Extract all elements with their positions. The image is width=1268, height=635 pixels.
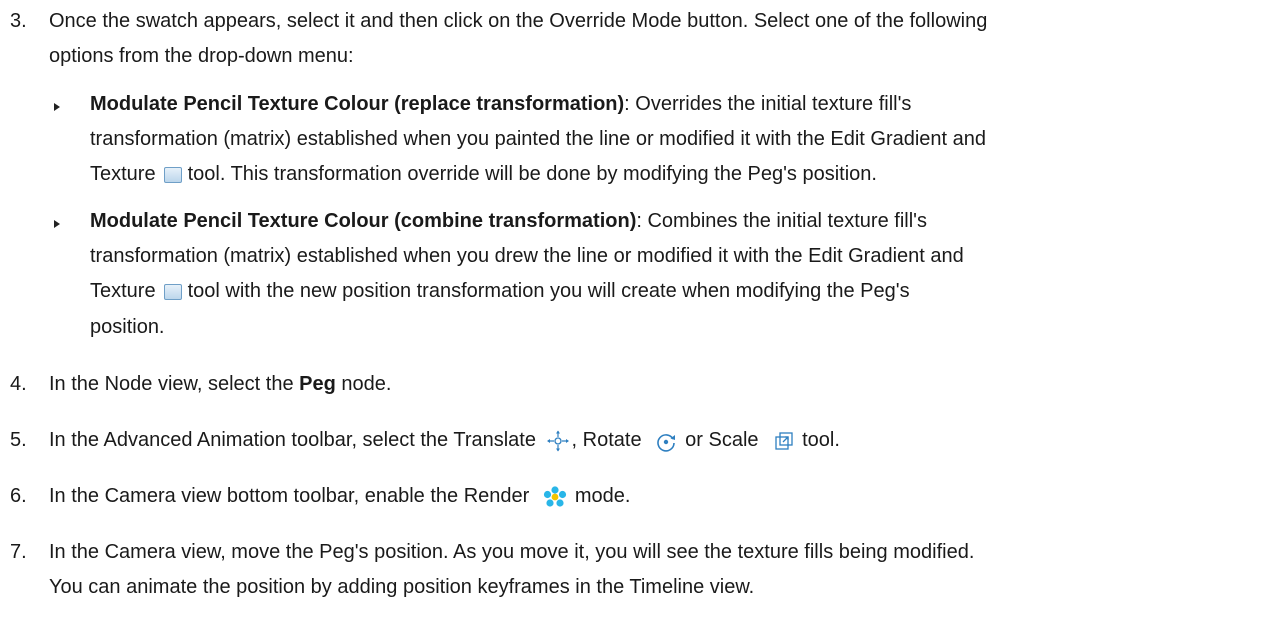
bullet-2-line-4: position. [90, 316, 165, 338]
bullet-2-line-1: Modulate Pencil Texture Colour (combine … [90, 210, 927, 233]
step-5-text: In the Advanced Animation toolbar, selec… [49, 429, 840, 452]
step-number-6: 6. [10, 485, 27, 507]
bullet-1-texture-label: Texture [90, 163, 156, 185]
translate-icon [546, 430, 570, 452]
bullet-1-tool-text: tool. This transformation override will … [187, 163, 877, 185]
bullet-2-line-3: Texture tool with the new position transf… [90, 280, 910, 303]
step-5-text-a: In the Advanced Animation toolbar, selec… [49, 429, 536, 451]
step-7-text-line-2: You can animate the position by adding p… [49, 576, 755, 598]
bullet-1-line-3: Texture tool. This transformation overrid… [90, 163, 877, 186]
peg-keyword: Peg [299, 373, 336, 395]
edit-gradient-texture-icon [163, 166, 182, 183]
step-4-text-b: node. [335, 373, 392, 395]
bullet-2-tool-text: tool with the new position transformatio… [187, 280, 910, 302]
scale-icon [774, 431, 794, 451]
bullet-1-line-1: Modulate Pencil Texture Colour (replace … [90, 93, 911, 116]
step-number-5: 5. [10, 429, 27, 451]
bullet-marker [54, 103, 60, 111]
bullet-1-line-2: transformation (matrix) established when… [90, 128, 987, 150]
step-3-text-line-1: Once the swatch appears, select it and t… [49, 10, 988, 32]
option-replace-transformation: Modulate Pencil Texture Colour (replace … [90, 93, 625, 115]
bullet-1-desc: : Overrides the initial texture fill's [624, 93, 912, 115]
step-number-3: 3. [10, 10, 27, 32]
step-3-text-line-2: options from the drop-down menu: [49, 45, 354, 67]
bullet-marker [54, 220, 60, 228]
step-6-text: In the Camera view bottom toolbar, enabl… [49, 485, 630, 508]
rotate-icon [655, 430, 677, 452]
render-icon [543, 486, 567, 508]
edit-gradient-texture-icon [163, 283, 182, 300]
step-number-4: 4. [10, 373, 27, 395]
option-combine-transformation: Modulate Pencil Texture Colour (combine … [90, 210, 637, 232]
step-6-text-b: mode. [574, 485, 631, 507]
bullet-2-line-2: transformation (matrix) established when… [90, 245, 964, 267]
step-7-text-line-1: In the Camera view, move the Peg's posit… [49, 541, 975, 563]
step-number-7: 7. [10, 541, 27, 563]
step-5-text-d: tool. [802, 429, 840, 451]
step-5-text-c: or Scale [685, 429, 759, 451]
bullet-2-desc: : Combines the initial texture fill's [636, 210, 927, 232]
step-4-text: In the Node view, select the Peg node. [49, 373, 391, 396]
step-6-text-a: In the Camera view bottom toolbar, enabl… [49, 485, 530, 507]
step-4-text-a: In the Node view, select the [49, 373, 300, 395]
step-5-text-b: , Rotate [571, 429, 642, 451]
bullet-2-texture-label: Texture [90, 280, 156, 302]
